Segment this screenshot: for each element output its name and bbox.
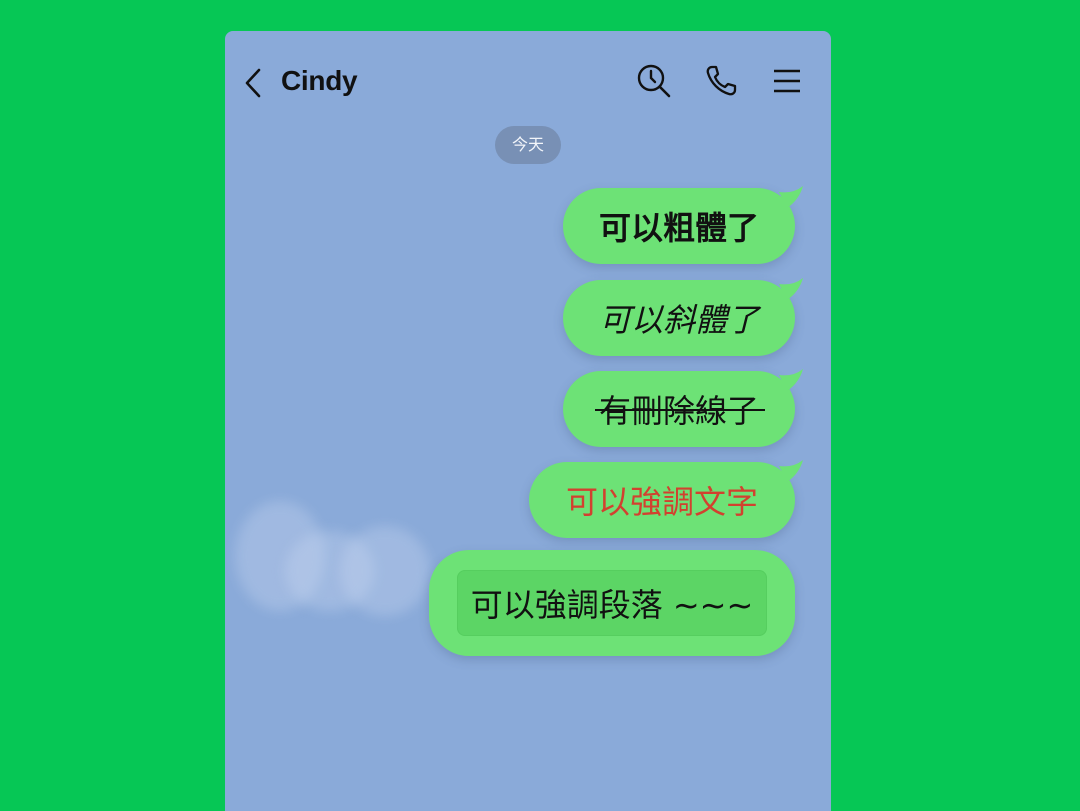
message-text: 有刪除線了 — [594, 386, 766, 432]
menu-icon[interactable] — [769, 63, 805, 99]
message-bubble-strikethrough[interactable]: 有刪除線了 — [563, 369, 803, 447]
chat-window: Cindy 今天 可以粗體了 可以斜體了 有刪除線了 可以強調文字 可以強調段落… — [225, 31, 831, 811]
background-cloud — [340, 526, 430, 616]
message-text: 可以粗體了 — [598, 209, 759, 247]
message-paragraph-block: 可以強調段落 ~~~ — [456, 570, 768, 636]
contact-name[interactable]: Cindy — [281, 65, 358, 97]
message-text: 可以強調文字 — [565, 483, 758, 521]
bubble-tail — [779, 278, 803, 300]
search-history-icon[interactable] — [636, 63, 672, 99]
bubble-tail — [779, 369, 803, 391]
message-bubble-italic[interactable]: 可以斜體了 — [563, 278, 803, 356]
chat-header: Cindy — [225, 31, 831, 131]
bubble-tail — [779, 460, 803, 482]
message-bubble-emphasis[interactable]: 可以強調文字 — [529, 460, 803, 538]
bubble-tail — [779, 186, 803, 208]
phone-icon[interactable] — [703, 63, 739, 99]
date-divider: 今天 — [495, 126, 561, 164]
back-chevron-icon[interactable] — [243, 67, 265, 99]
message-bubble-bold[interactable]: 可以粗體了 — [563, 186, 803, 264]
message-bubble-paragraph[interactable]: 可以強調段落 ~~~ — [429, 550, 795, 656]
message-text: 可以斜體了 — [598, 301, 759, 339]
